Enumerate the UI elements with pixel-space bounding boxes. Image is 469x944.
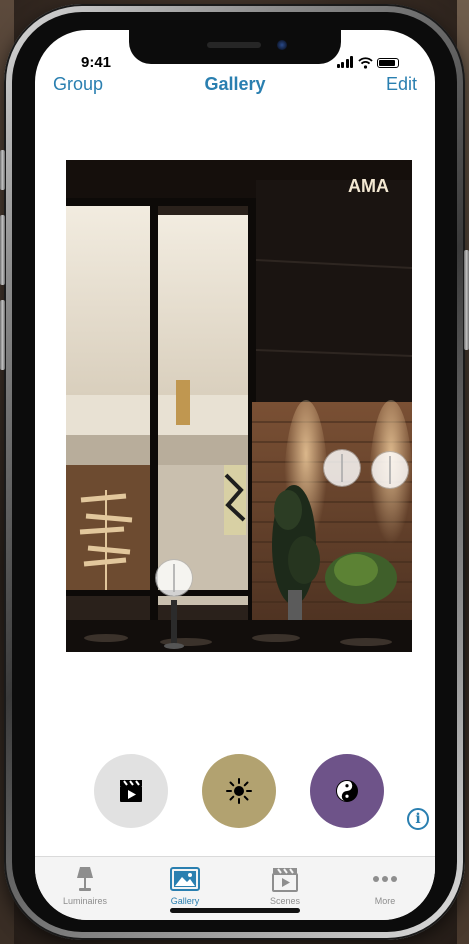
phone-mute-switch (0, 150, 5, 190)
tab-gallery-label: Gallery (170, 896, 200, 906)
phone-volume-up-button (0, 215, 5, 285)
phone-volume-down-button (0, 300, 5, 370)
wifi-icon (358, 56, 373, 69)
page-title: Gallery (204, 74, 266, 94)
tab-scenes-label: Scenes (269, 896, 301, 906)
more-icon (370, 865, 400, 893)
navigation-bar: Group Gallery Edit (35, 74, 435, 110)
light-marker-bollard[interactable] (156, 560, 192, 596)
building-sign-text: AMA (348, 176, 389, 196)
signal-icon (336, 56, 353, 68)
clapperboard-tab-icon (270, 865, 300, 893)
gallery-photo: AMA (66, 160, 412, 652)
lamp-icon (70, 865, 100, 893)
tab-more-label: More (374, 896, 396, 906)
earpiece-speaker (207, 42, 261, 48)
yin-yang-icon (336, 780, 358, 802)
brightness-mode-button[interactable] (202, 754, 276, 828)
battery-icon (377, 58, 399, 68)
info-button[interactable]: i (407, 808, 429, 830)
status-icons (336, 52, 399, 69)
phone-notch (129, 30, 341, 64)
tab-luminaires-label: Luminaires (62, 896, 108, 906)
status-time: 9:41 (81, 54, 112, 71)
balance-mode-button[interactable] (310, 754, 384, 828)
gallery-icon (170, 865, 200, 893)
app-screen: 9:41 Group Gallery Edit AMA i Luminaires… (35, 30, 435, 920)
tab-luminaires[interactable]: Luminaires (35, 857, 135, 920)
tab-more[interactable]: More (335, 857, 435, 920)
phone-power-button (464, 250, 469, 350)
light-marker-wall-left[interactable] (324, 450, 360, 486)
front-camera (277, 40, 287, 50)
clapperboard-icon (120, 780, 142, 802)
info-icon: i (415, 811, 421, 827)
building-photo-image: AMA (66, 160, 412, 652)
edit-button[interactable]: Edit (386, 74, 417, 95)
scene-mode-button[interactable] (94, 754, 168, 828)
sun-icon (226, 778, 252, 804)
home-indicator (170, 908, 300, 913)
light-marker-wall-right[interactable] (372, 452, 408, 488)
